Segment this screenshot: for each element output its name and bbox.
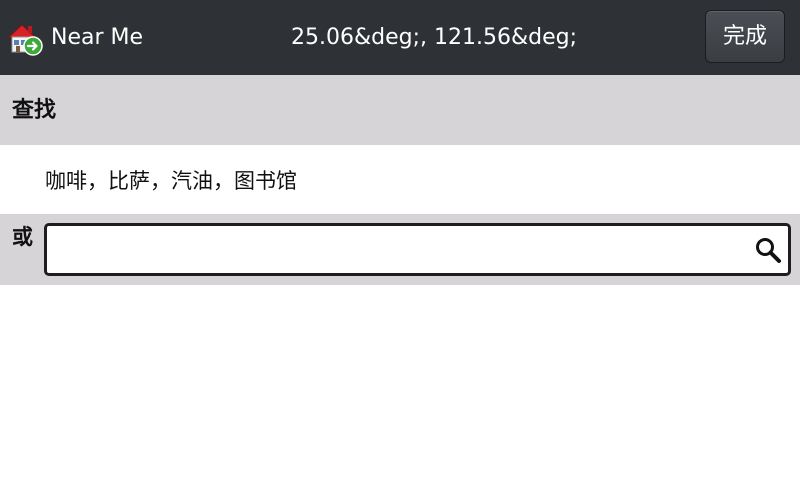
search-input[interactable]	[55, 232, 749, 270]
suggestions-text: 咖啡，比萨，汽油，图书馆	[45, 169, 297, 193]
app-title: Near Me	[51, 25, 144, 50]
search-field[interactable]	[44, 223, 791, 276]
near-me-app: Near Me 25.06&deg;, 121.56&deg; 完成 查找 咖啡…	[0, 0, 800, 480]
title-bar: Near Me 25.06&deg;, 121.56&deg; 完成	[0, 0, 800, 75]
search-icon[interactable]	[754, 236, 782, 264]
or-section: 或	[0, 214, 800, 285]
find-label: 查找	[12, 98, 57, 123]
near-me-house-icon	[7, 24, 43, 56]
done-button[interactable]: 完成	[705, 10, 785, 63]
find-section-header: 查找	[0, 75, 800, 145]
coordinates-readout: 25.06&deg;, 121.56&deg;	[291, 25, 578, 50]
suggestions-list-item[interactable]: 咖啡，比萨，汽油，图书馆	[0, 145, 800, 214]
or-label: 或	[12, 225, 33, 249]
